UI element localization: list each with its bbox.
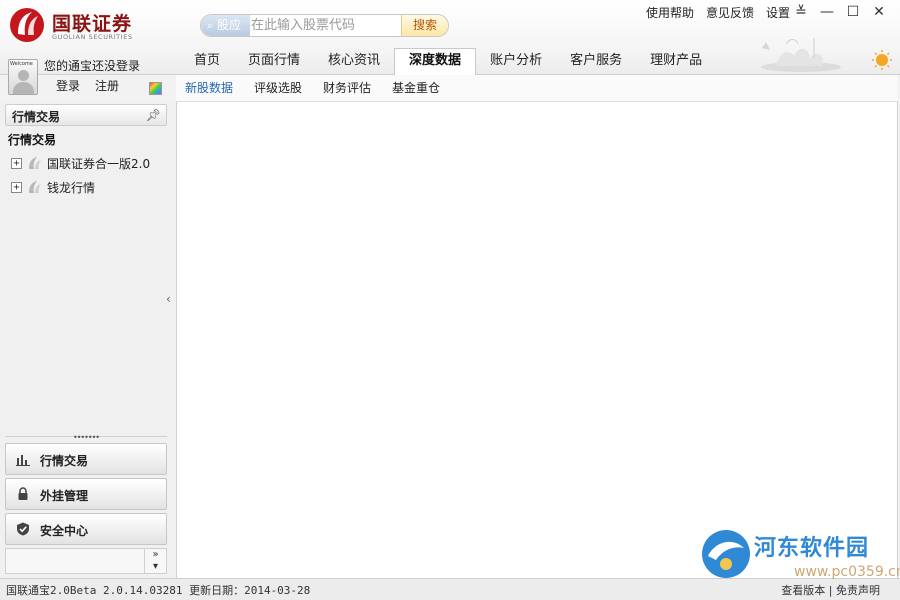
bar-chart-icon bbox=[16, 455, 30, 466]
nav-security-center-button[interactable]: 安全中心 bbox=[5, 513, 167, 545]
watermark-logo-icon bbox=[702, 530, 750, 578]
nav-market-trading-button[interactable]: 行情交易 bbox=[5, 443, 167, 475]
sidebar-panel-header: 行情交易 📌︎ bbox=[5, 104, 167, 126]
skin-palette-icon[interactable] bbox=[149, 82, 162, 95]
chevron-down-icon[interactable]: ≚ bbox=[788, 2, 814, 22]
minimize-icon[interactable]: — bbox=[814, 2, 840, 22]
window-controls: ≚ — ☐ ✕ bbox=[788, 2, 892, 22]
nav-plugin-management-button[interactable]: 外挂管理 bbox=[5, 478, 167, 510]
main-tabs: 首页 页面行情 核心资讯 深度数据 账户分析 客户服务 理财产品 bbox=[180, 48, 716, 75]
user-area: Welcome 您的通宝还没登录 登录 注册 bbox=[0, 47, 175, 102]
more-nav-bar: » ▾ bbox=[5, 548, 167, 574]
sidebar: 行情交易 📌︎ 行情交易 + 国联证券合一版2.0 + 钱龙行情 ‹ •••••… bbox=[0, 102, 176, 578]
main-content bbox=[176, 102, 898, 578]
version-info: 国联通宝2.0Beta 2.0.14.03281 更新日期：2014-03-28 bbox=[6, 584, 311, 597]
pin-icon[interactable]: 📌︎ bbox=[146, 108, 161, 122]
stock-search: ⌕ 股应 搜索 bbox=[200, 14, 449, 37]
tree-item-label: 钱龙行情 bbox=[47, 180, 96, 195]
sidebar-panel-title: 行情交易 bbox=[12, 110, 61, 124]
shield-icon bbox=[17, 522, 29, 536]
tab-home[interactable]: 首页 bbox=[180, 48, 234, 75]
collapse-sidebar-icon[interactable]: ‹ bbox=[166, 292, 171, 306]
tab-quotes[interactable]: 页面行情 bbox=[234, 48, 314, 75]
sub-nav: 新股数据 评级选股 财务评估 基金重仓 bbox=[176, 75, 898, 102]
maximize-icon[interactable]: ☐ bbox=[840, 2, 866, 22]
feedback-link[interactable]: 意见反馈 bbox=[706, 4, 754, 21]
panel-resize-handle[interactable]: ••••••• bbox=[5, 434, 167, 442]
subnav-financial-evaluation[interactable]: 财务评估 bbox=[323, 75, 371, 101]
logo-name-cn: 国联证券 bbox=[52, 13, 133, 35]
logo-mark-icon bbox=[10, 8, 44, 42]
tab-wealth-products[interactable]: 理财产品 bbox=[636, 48, 716, 75]
login-status-message: 您的通宝还没登录 bbox=[44, 59, 141, 73]
subnav-fund-holdings[interactable]: 基金重仓 bbox=[392, 75, 440, 101]
tab-deep-data[interactable]: 深度数据 bbox=[394, 48, 477, 75]
tree-item[interactable]: + 国联证券合一版2.0 bbox=[11, 154, 150, 172]
nav-button-label: 行情交易 bbox=[40, 454, 89, 468]
subnav-rating-screener[interactable]: 评级选股 bbox=[254, 75, 302, 101]
register-link[interactable]: 注册 bbox=[95, 77, 119, 94]
watermark-url: www.pc0359.cn bbox=[794, 564, 900, 580]
expand-icon[interactable]: + bbox=[11, 157, 22, 169]
site-watermark: 河东软件园 www.pc0359.cn bbox=[698, 526, 900, 586]
search-input[interactable] bbox=[251, 17, 399, 34]
nav-button-label: 安全中心 bbox=[40, 524, 89, 538]
search-type-label: 股应 bbox=[217, 18, 242, 32]
avatar[interactable]: Welcome bbox=[8, 59, 38, 95]
nav-button-label: 外挂管理 bbox=[40, 489, 89, 503]
avatar-head bbox=[18, 70, 29, 81]
settings-link[interactable]: 设置 bbox=[766, 4, 790, 21]
search-icon: ⌕ bbox=[207, 19, 214, 32]
lotus-decoration bbox=[761, 38, 892, 72]
tree-item[interactable]: + 钱龙行情 bbox=[11, 178, 95, 196]
logo-name-en: GUOLIAN SECURITIES bbox=[52, 33, 133, 41]
watermark-title: 河东软件园 bbox=[754, 536, 870, 561]
app-shortcut-icon bbox=[29, 157, 41, 169]
login-link[interactable]: 登录 bbox=[56, 77, 80, 94]
avatar-body bbox=[13, 82, 34, 94]
subnav-ipo-data[interactable]: 新股数据 bbox=[185, 75, 233, 101]
search-type-selector[interactable]: ⌕ 股应 bbox=[201, 15, 250, 36]
close-icon[interactable]: ✕ bbox=[866, 2, 892, 22]
help-link[interactable]: 使用帮助 bbox=[646, 4, 694, 21]
lock-icon bbox=[18, 487, 28, 500]
sun-icon bbox=[872, 50, 892, 70]
expand-icon[interactable]: + bbox=[11, 181, 22, 193]
avatar-welcome-text: Welcome bbox=[10, 61, 33, 67]
app-logo: 国联证券 GUOLIAN SECURITIES bbox=[8, 6, 158, 46]
top-links: 使用帮助 意见反馈 设置 bbox=[646, 4, 790, 21]
tree-item-label: 国联证券合一版2.0 bbox=[47, 156, 151, 171]
tab-news[interactable]: 核心资讯 bbox=[314, 48, 394, 75]
search-button[interactable]: 搜索 bbox=[401, 15, 448, 36]
double-chevron-icon[interactable]: » ▾ bbox=[144, 549, 166, 573]
tab-customer-service[interactable]: 客户服务 bbox=[556, 48, 636, 75]
app-shortcut-icon bbox=[29, 181, 41, 193]
tree-root-label: 行情交易 bbox=[8, 133, 57, 147]
tab-account-analysis[interactable]: 账户分析 bbox=[476, 48, 556, 75]
